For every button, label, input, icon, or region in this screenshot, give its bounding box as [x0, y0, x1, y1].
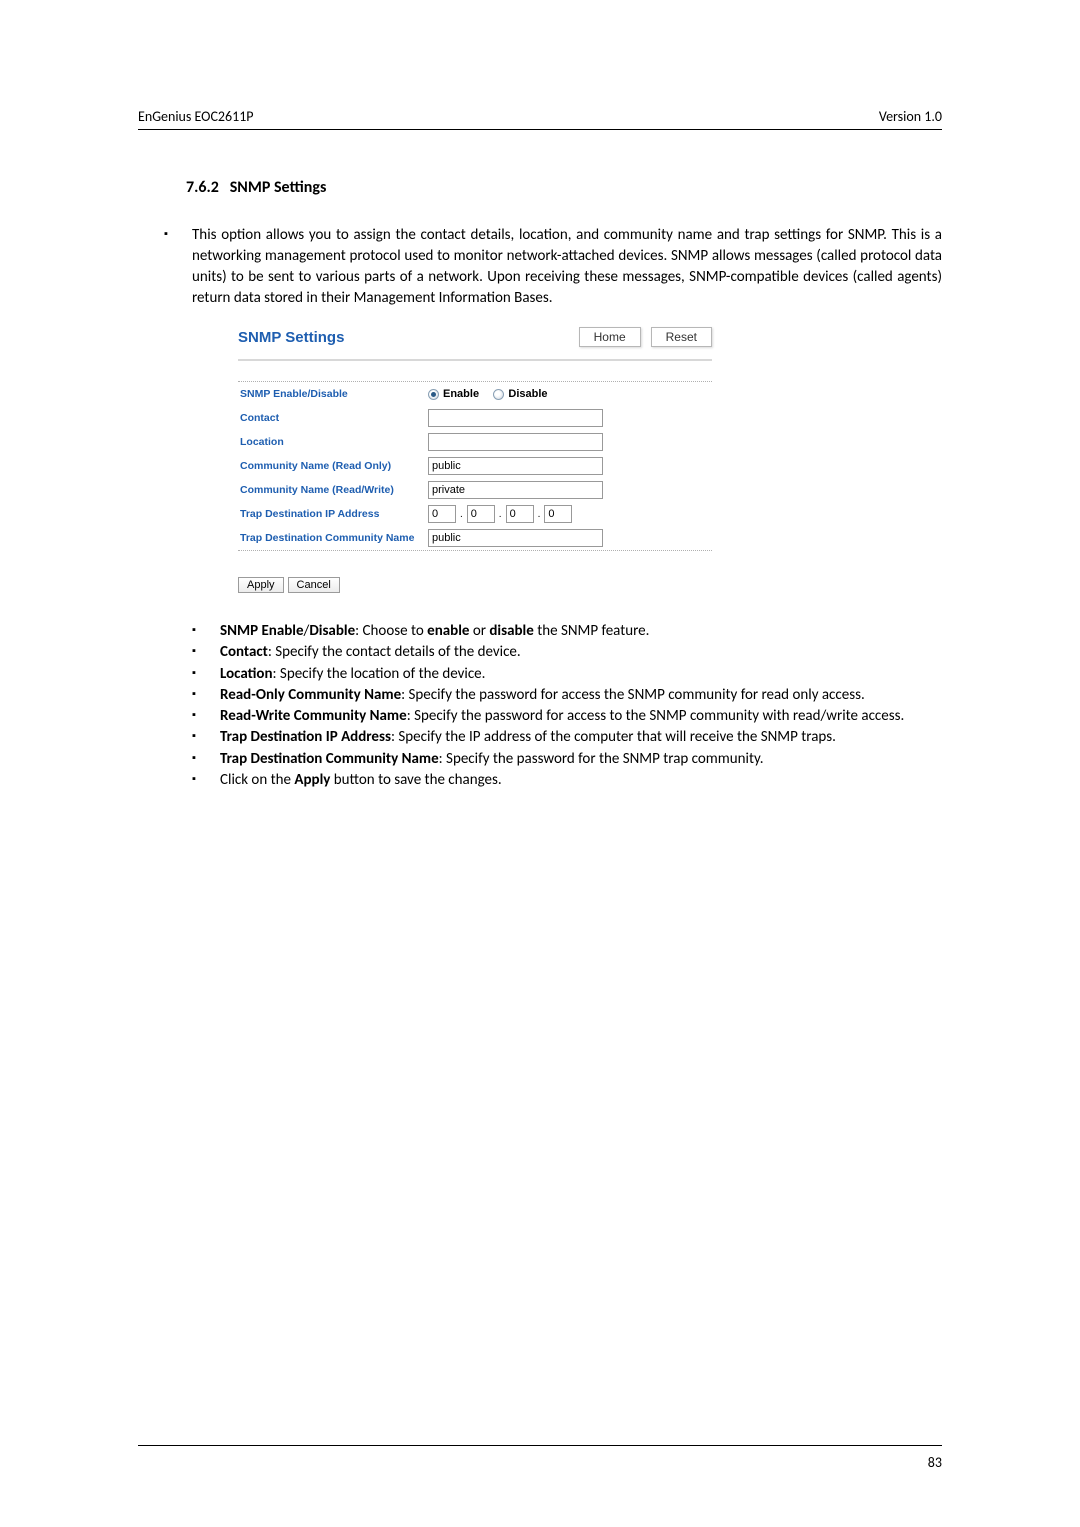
home-button[interactable]: Home [579, 327, 641, 347]
list-item: Contact: Specify the contact details of … [192, 642, 942, 662]
trap-ip-oct2[interactable] [467, 505, 495, 523]
field-label-contact: Contact [238, 412, 428, 424]
intro-paragraph: This option allows you to assign the con… [164, 225, 942, 309]
snmp-settings-panel: SNMP Settings Home Reset SNMP Enable/Dis… [238, 327, 712, 593]
radio-disable-label: Disable [508, 388, 547, 400]
list-item: SNMP Enable/Disable: Choose to enable or… [192, 621, 942, 641]
header-right: Version 1.0 [879, 108, 942, 125]
list-item: Click on the Apply button to save the ch… [192, 770, 942, 790]
trap-ip-oct3[interactable] [506, 505, 534, 523]
list-item: Location: Specify the location of the de… [192, 664, 942, 684]
trap-community-input[interactable] [428, 529, 603, 547]
apply-button[interactable]: Apply [238, 577, 284, 593]
settings-table: SNMP Enable/Disable Enable Disable Conta… [238, 381, 712, 551]
ip-dot: . [459, 509, 464, 520]
panel-header: SNMP Settings Home Reset [238, 327, 712, 361]
ip-dot: . [537, 509, 542, 520]
cancel-button[interactable]: Cancel [288, 577, 340, 593]
field-label-community-rw: Community Name (Read/Write) [238, 484, 428, 496]
list-item: Read-Only Community Name: Specify the pa… [192, 685, 942, 705]
field-label-trap-community: Trap Destination Community Name [238, 532, 428, 544]
description-list: SNMP Enable/Disable: Choose to enable or… [192, 621, 942, 790]
page-footer: 83 [138, 1445, 942, 1471]
contact-input[interactable] [428, 409, 603, 427]
radio-enable-label: Enable [443, 388, 479, 400]
section-title: SNMP Settings [230, 178, 327, 197]
section-heading: 7.6.2 SNMP Settings [186, 178, 942, 197]
list-item: Trap Destination IP Address: Specify the… [192, 727, 942, 747]
page-header: EnGenius EOC2611P Version 1.0 [138, 108, 942, 130]
ip-dot: . [498, 509, 503, 520]
panel-title: SNMP Settings [238, 329, 344, 346]
page-number: 83 [928, 1454, 942, 1471]
location-input[interactable] [428, 433, 603, 451]
field-label-community-ro: Community Name (Read Only) [238, 460, 428, 472]
header-left: EnGenius EOC2611P [138, 108, 254, 125]
field-label-location: Location [238, 436, 428, 448]
list-item: Read-Write Community Name: Specify the p… [192, 706, 942, 726]
list-item: Trap Destination Community Name: Specify… [192, 749, 942, 769]
reset-button[interactable]: Reset [651, 327, 712, 347]
field-label-enable: SNMP Enable/Disable [238, 388, 428, 400]
trap-ip-oct4[interactable] [544, 505, 572, 523]
section-number: 7.6.2 [186, 178, 219, 197]
community-rw-input[interactable] [428, 481, 603, 499]
field-label-trap-ip: Trap Destination IP Address [238, 508, 428, 520]
community-ro-input[interactable] [428, 457, 603, 475]
radio-enable[interactable] [428, 389, 439, 400]
trap-ip-oct1[interactable] [428, 505, 456, 523]
radio-disable[interactable] [493, 389, 504, 400]
